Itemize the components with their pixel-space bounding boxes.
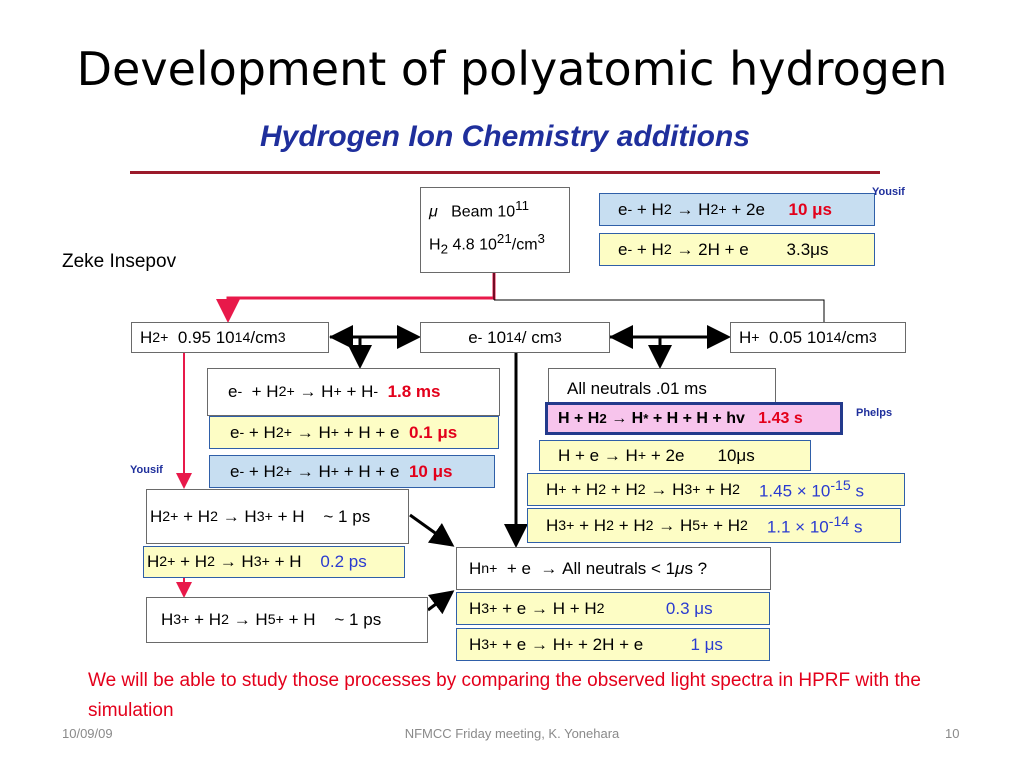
yousif-tag-top: Yousif bbox=[872, 186, 905, 198]
yousif-tag-left: Yousif bbox=[130, 464, 163, 476]
h2plus-density: 0.95 10 bbox=[177, 327, 235, 347]
ionization-rate-1: e- + H2 → H 2 + + 2e 10 μs bbox=[599, 193, 875, 226]
h5-to-hn-arrow bbox=[427, 590, 455, 615]
electron-box: e- 10 14 / cm 3 bbox=[420, 322, 610, 353]
three-body-1-exp: -15 bbox=[830, 477, 851, 494]
hn-recomb-tail: s ? bbox=[684, 558, 708, 578]
h2plus-unit: /cm bbox=[250, 327, 278, 347]
h2-density: 4.8 10 bbox=[452, 236, 497, 254]
phelps-1-value: 1.43 s bbox=[758, 409, 803, 427]
h3-to-hn-arrow bbox=[409, 513, 455, 547]
h2plus-conversion-box-2: H 2 + + H2 → H 3 + + H 0.2 ps bbox=[143, 546, 405, 578]
recombination-box-1: e- + H 2 + → H + + H- 1.8 ms bbox=[207, 368, 500, 416]
phelps-2-value: 10 bbox=[717, 445, 737, 465]
hn-recomb-text: All neutrals < 1 bbox=[562, 558, 676, 578]
h2-conv-1-value: ~ 1 ps bbox=[323, 506, 371, 526]
three-body-box-1: H + + H2 + H2 → H 3 + + H2 1.45 × 10-15 s bbox=[527, 473, 905, 506]
h2-unit: /cm bbox=[511, 236, 538, 254]
three-body-2-exp: -14 bbox=[828, 513, 850, 530]
beam-branch-line bbox=[494, 299, 825, 322]
h2plus-exp: 14 bbox=[234, 329, 251, 346]
footer-page-number: 10 bbox=[945, 726, 960, 741]
h3-recombination-box-2: H 3 + + e → H + + 2H + e 1 μs bbox=[456, 628, 770, 661]
beam-box: μ Beam 1011 H2 4.8 1021/cm3 bbox=[420, 187, 570, 273]
hn-recombination-box: Hn + + e → All neutrals < 1 μs ? bbox=[456, 547, 771, 590]
phelps-reaction-box: H + H2 → H * + H + H + hv 1.43 s bbox=[545, 402, 843, 435]
rec-1-value: 1.8 ms bbox=[387, 382, 441, 401]
h3-conv-value: ~ 1 ps bbox=[334, 610, 382, 629]
h3-rec-1-value: 0.3 bbox=[665, 598, 695, 618]
beam-exp: 11 bbox=[515, 198, 529, 213]
h2-conv-2-value: 0.2 ps bbox=[320, 552, 367, 571]
recombination-box-2: e- + H 2 + → H + + H + e 0.1 μs bbox=[209, 416, 499, 449]
phelps-tag: Phelps bbox=[856, 407, 893, 419]
three-body-box-2: H 3 + + H2 + H2 → H 5 + + H2 1.1 × 10-14 s bbox=[527, 508, 901, 543]
h2plus-box: H 2 + 0.95 10 14/cm 3 bbox=[131, 322, 329, 353]
ion-rate-2-value: 3.3 bbox=[786, 239, 811, 259]
h-e-ionization-box: H + e → H + + 2e 10 μs bbox=[539, 440, 811, 471]
h3-recombination-box-1: H 3 + + e → H + H2 0.3 μs bbox=[456, 592, 770, 625]
electron-exp: 14 bbox=[506, 329, 522, 346]
h3plus-conversion-box: H 3 + + H2 → H 5 + + H ~ 1 ps bbox=[146, 597, 428, 643]
three-body-2-value: 1.1 × 10 bbox=[766, 517, 829, 537]
hplus-unit: /cm bbox=[841, 327, 869, 347]
hplus-exp: 14 bbox=[825, 329, 842, 346]
ionization-rate-2: e- + H2 → 2H + e 3.3 μs bbox=[599, 233, 875, 266]
conclusion-note: We will be able to study those processes… bbox=[88, 670, 921, 721]
electron-unit: / cm bbox=[521, 327, 554, 347]
footer-meeting: NFMCC Friday meeting, K. Yonehara bbox=[404, 726, 620, 741]
ion-rate-1-value: 10 bbox=[788, 199, 813, 219]
h3-rec-2-value: 1 bbox=[690, 634, 705, 654]
all-neutrals-box: All neutrals .01 ms bbox=[548, 368, 776, 404]
beam-intensity: Beam 10 bbox=[451, 203, 516, 221]
h2plus-conversion-box: H 2 + + H2 → H 3 + + H ~ 1 ps bbox=[146, 489, 409, 544]
recombination-box-3: e- + H 2 + → H + + H + e 10 μs bbox=[209, 455, 495, 488]
three-body-1-value: 1.45 × 10 bbox=[758, 481, 831, 501]
hplus-box: H + 0.05 10 14/cm 3 bbox=[730, 322, 906, 353]
electron-density: 10 bbox=[487, 327, 507, 347]
rec-2-value: 0.1 bbox=[408, 422, 438, 442]
h2-exp: 21 bbox=[496, 231, 512, 247]
rec-3-value: 10 bbox=[408, 461, 433, 481]
beam-to-h2plus-arrow bbox=[216, 273, 496, 323]
hplus-density: 0.05 10 bbox=[769, 327, 826, 347]
